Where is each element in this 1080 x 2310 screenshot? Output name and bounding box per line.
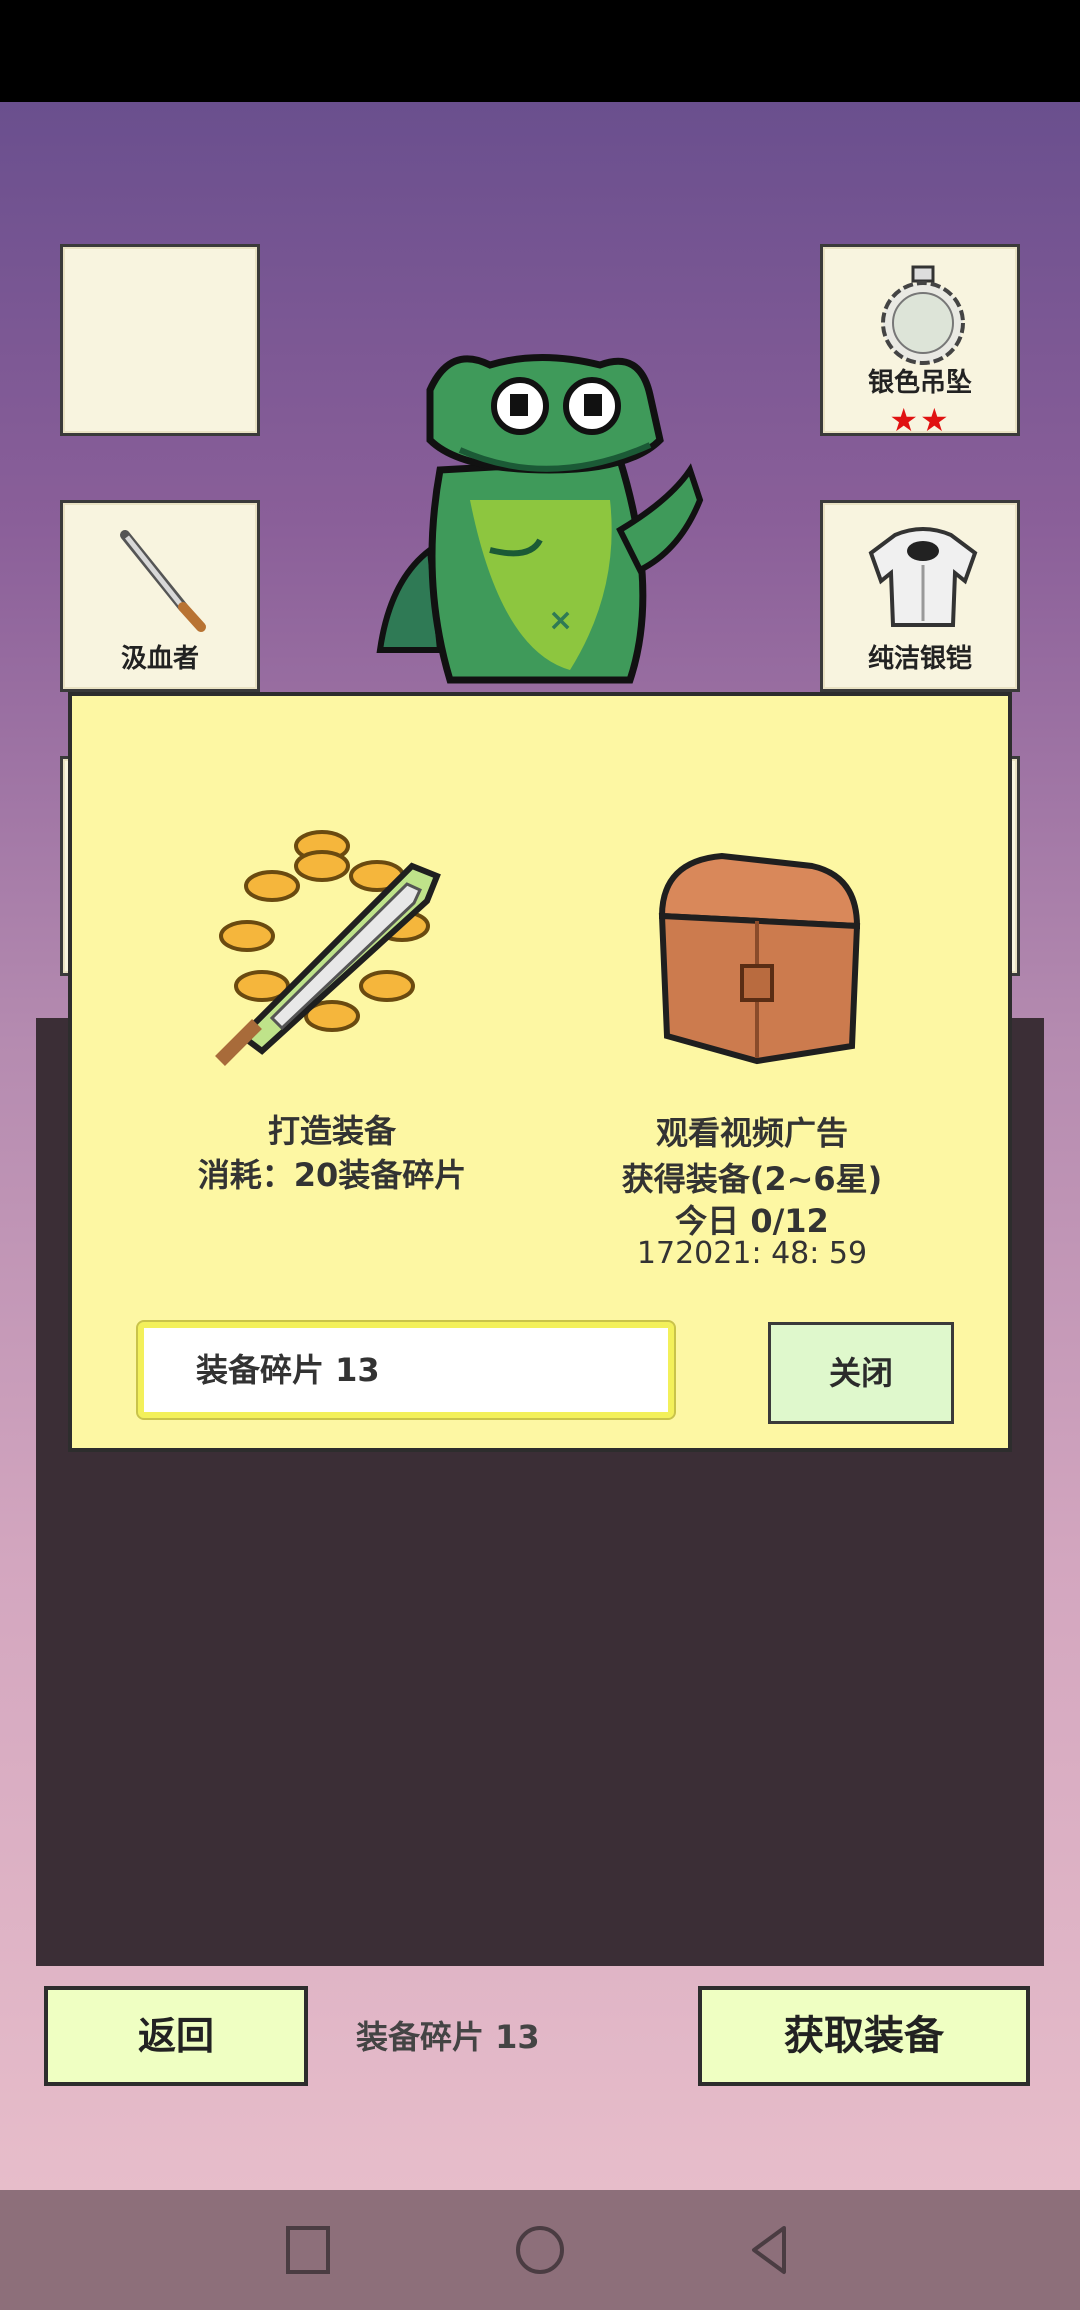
equip-slot-left-top[interactable] [60, 244, 260, 436]
video-ad-reward: 获得装备(2~6星) [621, 1160, 883, 1198]
close-button[interactable]: 关闭 [768, 1322, 954, 1424]
slot-label-pendant: 银色吊坠 [867, 368, 972, 398]
equip-slot-pendant[interactable]: 银色吊坠 ★★ [820, 244, 1020, 439]
star-rating: ★★ [889, 401, 951, 439]
equip-slot-weapon[interactable]: 汲血者 [60, 500, 260, 692]
video-ad-timer: 172021: 48: 59 [636, 1236, 868, 1271]
frog-character-icon: × [376, 354, 704, 684]
craft-title: 打造装备 [267, 1112, 396, 1150]
equip-slot-armor[interactable]: 纯洁银铠 [820, 500, 1020, 692]
treasure-chest-icon[interactable] [642, 846, 872, 1076]
silver-pendant-icon [881, 265, 965, 365]
obtain-equipment-button[interactable]: 获取装备 [698, 1986, 1030, 2086]
status-bar [0, 0, 1080, 102]
recent-apps-icon[interactable] [284, 2218, 334, 2282]
back-button[interactable]: 返回 [44, 1986, 308, 2086]
svg-text:×: × [548, 603, 573, 638]
back-nav-icon[interactable] [744, 2218, 794, 2282]
slot-label-armor: 纯洁银铠 [867, 644, 972, 674]
home-icon[interactable] [512, 2218, 568, 2282]
shard-count-field: 装备碎片 13 [136, 1320, 676, 1420]
silver-armor-icon [868, 527, 978, 627]
video-ad-title: 观看视频广告 [655, 1114, 848, 1152]
craft-cost: 消耗：20装备碎片 [197, 1156, 467, 1194]
get-equipment-dialog: 打造装备 消耗：20装备碎片 观看视频广告 获得装备(2~6星) 今日 0/12… [68, 692, 1012, 1452]
slot-label-weapon: 汲血者 [120, 644, 199, 674]
crafting-sword-coins-icon[interactable] [202, 806, 462, 1066]
knife-icon [120, 530, 206, 632]
navigation-bar [0, 2190, 1080, 2310]
footer-shard-count: 装备碎片 13 [356, 2018, 540, 2056]
game-area: 汲血者 银色吊坠 ★★ 纯洁银铠 × 打造装备 消耗：20装备碎片 观看视频广告… [0, 102, 1080, 2190]
